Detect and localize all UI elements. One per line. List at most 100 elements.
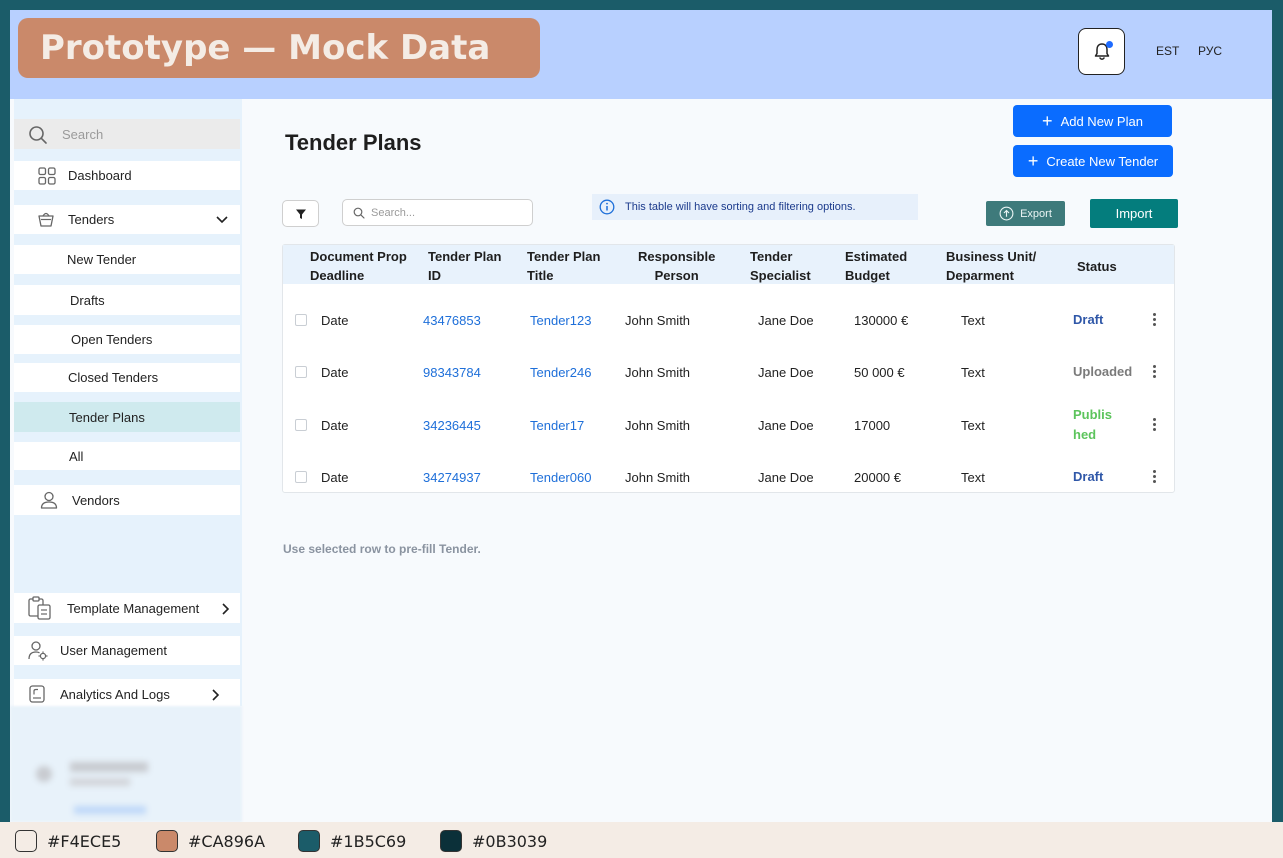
- sidebar-item-label: Template Management: [67, 600, 200, 616]
- th-document-prop-deadline[interactable]: Document Prop Deadline: [310, 247, 407, 285]
- cell-business-unit: Text: [961, 313, 985, 328]
- sidebar-item-dashboard[interactable]: Dashboard: [14, 161, 240, 190]
- sidebar-item-open-tenders[interactable]: Open Tenders: [14, 325, 240, 354]
- cell-plan-id-link[interactable]: 34236445: [423, 418, 481, 433]
- sidebar-item-user-management[interactable]: User Management: [14, 636, 240, 665]
- cell-plan-id-link[interactable]: 34274937: [423, 470, 481, 485]
- sidebar-item-label: Drafts: [70, 292, 105, 308]
- sidebar-item-closed-tenders[interactable]: Closed Tenders: [14, 363, 240, 392]
- status-badge: Draft: [1073, 469, 1104, 484]
- table-row[interactable]: Date 34274937 Tender060 John Smith Jane …: [283, 451, 1174, 503]
- upload-circle-icon: [999, 206, 1014, 221]
- export-label: Export: [1020, 207, 1052, 220]
- row-menu-icon[interactable]: [1153, 365, 1157, 380]
- cell-specialist: Jane Doe: [758, 313, 814, 328]
- sidebar-item-label: User Management: [60, 643, 167, 658]
- sidebar-search[interactable]: Search: [14, 119, 240, 149]
- user-gear-icon: [28, 641, 48, 661]
- th-tender-plan-title[interactable]: Tender Plan Title: [527, 247, 600, 285]
- create-new-tender-button[interactable]: + Create New Tender: [1013, 145, 1173, 177]
- table-row[interactable]: Date 98343784 Tender246 John Smith Jane …: [283, 346, 1174, 398]
- cell-deadline: Date: [321, 470, 349, 485]
- plus-icon: +: [1027, 151, 1039, 171]
- th-business-unit[interactable]: Business Unit/Deparment: [946, 247, 1036, 285]
- swatch: [298, 830, 320, 852]
- swatch-label: #1B5C69: [330, 832, 407, 851]
- cell-plan-title-link[interactable]: Tender060: [530, 470, 591, 485]
- cell-plan-title-link[interactable]: Tender17: [530, 418, 584, 433]
- chevron-down-icon: [216, 216, 228, 224]
- status-badge: Draft: [1073, 312, 1104, 327]
- sidebar: Search Dashboard Tenders New Tender Draf…: [14, 99, 242, 709]
- lang-rus-button[interactable]: РУС: [1198, 44, 1222, 58]
- filter-button[interactable]: [282, 200, 319, 227]
- sidebar-item-new-tender[interactable]: New Tender: [14, 245, 240, 274]
- cell-deadline: Date: [321, 365, 349, 380]
- export-button[interactable]: Export: [986, 201, 1065, 226]
- row-menu-icon[interactable]: [1153, 470, 1157, 485]
- import-button[interactable]: Import: [1090, 199, 1178, 228]
- cell-responsible: John Smith: [625, 313, 691, 328]
- sidebar-item-template-management[interactable]: Template Management: [14, 593, 240, 623]
- cell-deadline: Date: [321, 313, 349, 328]
- sidebar-item-label: All: [69, 448, 84, 464]
- swatch: [15, 830, 37, 852]
- notifications-button[interactable]: [1078, 28, 1125, 75]
- cell-plan-id-link[interactable]: 98343784: [423, 365, 481, 380]
- row-menu-icon[interactable]: [1153, 418, 1157, 433]
- sidebar-item-label: Analytics And Logs: [60, 686, 170, 702]
- th-estimated-budget[interactable]: Estimated Budget: [845, 247, 907, 285]
- cell-plan-title-link[interactable]: Tender246: [530, 365, 591, 380]
- table-header: Document Prop Deadline Tender Plan ID Tend…: [283, 245, 1174, 284]
- sidebar-item-tenders[interactable]: Tenders: [14, 205, 240, 234]
- lang-est-button[interactable]: EST: [1156, 44, 1179, 58]
- cell-plan-id-link[interactable]: 43476853: [423, 313, 481, 328]
- filter-icon: [295, 209, 306, 219]
- th-responsible-person[interactable]: Responsible Person: [638, 247, 715, 285]
- row-menu-icon[interactable]: [1153, 313, 1157, 328]
- blurred-user-profile: [10, 706, 242, 822]
- cell-deadline: Date: [321, 418, 349, 433]
- sidebar-item-tender-plans[interactable]: Tender Plans: [14, 402, 240, 432]
- row-checkbox[interactable]: [295, 419, 307, 431]
- user-icon: [40, 491, 58, 509]
- row-checkbox[interactable]: [295, 314, 307, 326]
- table-search: [342, 199, 533, 226]
- table-row[interactable]: Date 43476853 Tender123 John Smith Jane …: [283, 294, 1174, 346]
- cell-specialist: Jane Doe: [758, 470, 814, 485]
- basket-icon: [38, 212, 54, 227]
- row-checkbox[interactable]: [295, 366, 307, 378]
- report-icon: [29, 685, 45, 703]
- sidebar-item-vendors[interactable]: Vendors: [14, 485, 240, 515]
- info-note: This table will have sorting and filteri…: [592, 194, 918, 220]
- cell-plan-title-link[interactable]: Tender123: [530, 313, 591, 328]
- tender-plans-table: Document Prop Deadline Tender Plan ID Tend…: [282, 244, 1175, 493]
- cell-budget: 50 000 €: [854, 365, 905, 380]
- chevron-right-icon: [222, 603, 230, 615]
- row-checkbox[interactable]: [295, 471, 307, 483]
- cell-business-unit: Text: [961, 470, 985, 485]
- cell-specialist: Jane Doe: [758, 365, 814, 380]
- table-search-input[interactable]: [371, 204, 521, 222]
- table-row[interactable]: Date 34236445 Tender17 John Smith Jane D…: [283, 399, 1174, 451]
- th-tender-plan-id[interactable]: Tender Plan ID: [428, 247, 501, 285]
- th-status[interactable]: Status: [1077, 257, 1117, 276]
- page-title: Tender Plans: [285, 130, 422, 155]
- status-badge: Uploaded: [1073, 364, 1133, 379]
- sidebar-item-all[interactable]: All: [14, 442, 240, 470]
- swatch-label: #F4ECE5: [47, 832, 122, 851]
- sidebar-item-label: Closed Tenders: [68, 370, 159, 385]
- plus-icon: +: [1042, 111, 1053, 131]
- sidebar-item-drafts[interactable]: Drafts: [14, 285, 240, 315]
- cell-specialist: Jane Doe: [758, 418, 814, 433]
- cell-budget: 17000: [854, 418, 891, 433]
- th-tender-specialist[interactable]: Tender Specialist: [750, 247, 811, 285]
- cell-business-unit: Text: [961, 418, 985, 433]
- add-new-plan-button[interactable]: + Add New Plan: [1013, 105, 1172, 137]
- cell-budget: 20000 €: [854, 470, 901, 485]
- sidebar-item-analytics-and-logs[interactable]: Analytics And Logs: [14, 679, 240, 709]
- search-icon: [29, 126, 47, 144]
- prototype-banner: Prototype — Mock Data: [18, 18, 540, 78]
- clipboard-icon: [28, 596, 51, 620]
- info-note-text: This table will have sorting and filteri…: [625, 201, 856, 213]
